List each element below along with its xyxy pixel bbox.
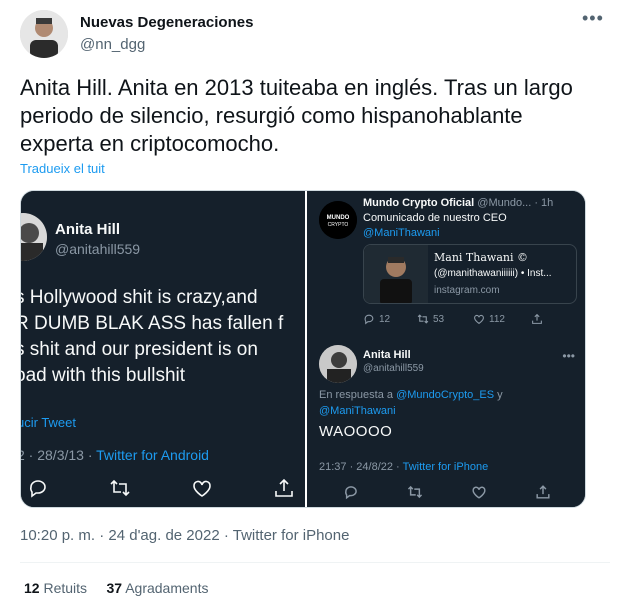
tweet-header: Nuevas Degeneraciones @nn_dgg ••• bbox=[20, 9, 610, 60]
mundo-reply: 12 bbox=[363, 311, 390, 327]
like-icon bbox=[193, 480, 211, 497]
reply-text: WAOOOO bbox=[319, 423, 393, 440]
anita-hill-reply-avatar bbox=[319, 345, 357, 383]
svg-text:CRYPTO: CRYPTO bbox=[328, 222, 349, 228]
reply-to-mundo: @MundoCrypto_ES bbox=[396, 389, 495, 401]
left-author-handle: @anitahill559 bbox=[55, 241, 141, 257]
instagram-link-card: Mani Thawani © (@manithawaniiiiii) • Ins… bbox=[363, 244, 577, 304]
instagram-card-title: Mani Thawani © bbox=[434, 251, 528, 264]
share-icon bbox=[536, 485, 550, 499]
left-meta-date: 2 · 28/3/13 · bbox=[21, 447, 97, 463]
left-tweet-text: s Hollywood shit is crazy,and R DUMB BLA… bbox=[21, 287, 284, 386]
left-meta-source: Twitter for Android bbox=[96, 447, 209, 463]
left-action-bar bbox=[27, 477, 305, 499]
like-icon bbox=[472, 486, 486, 499]
mundo-reply-count: 12 bbox=[379, 313, 391, 325]
reply-and: y bbox=[494, 389, 503, 401]
reply-meta-source: Twitter for iPhone bbox=[402, 461, 489, 473]
mundo-crypto-name: Mundo Crypto Oficial @Mundo... · 1h bbox=[363, 197, 553, 209]
reply-author-name: Anita Hill bbox=[363, 349, 411, 361]
author-name[interactable]: Nuevas Degeneraciones bbox=[80, 14, 253, 31]
retweets-label: Retuits bbox=[43, 580, 88, 596]
reply-meta: 21:37 · 24/8/22 · Twitter for iPhone bbox=[319, 461, 488, 473]
mundo-like-count: 112 bbox=[489, 313, 505, 325]
retweet-icon bbox=[407, 485, 423, 499]
retweets-stat[interactable]: 12 Retuits bbox=[24, 580, 87, 596]
mundo-crypto-text: Comunicado de nuestro CEO bbox=[363, 212, 507, 224]
mundo-crypto-mention: @ManiThawani bbox=[363, 227, 440, 239]
svg-text:MUNDO: MUNDO bbox=[327, 215, 350, 221]
left-tweet-meta: 2 · 28/3/13 · Twitter for Android bbox=[21, 447, 209, 463]
left-author-name: Anita Hill bbox=[55, 221, 121, 238]
like-icon bbox=[474, 314, 484, 325]
retweet-icon bbox=[110, 479, 130, 497]
anita-hill-avatar bbox=[21, 213, 47, 261]
mundo-retweet-count: 53 bbox=[433, 313, 445, 325]
share-icon bbox=[275, 478, 293, 497]
mundo-crypto-handle: @Mundo... · 1h bbox=[474, 197, 554, 209]
share-icon bbox=[532, 313, 542, 324]
likes-count: 37 bbox=[106, 580, 123, 596]
tweet-stats: 12 Retuits 37 Agradaments bbox=[24, 580, 208, 596]
tweet-timestamp[interactable]: 10:20 p. m. · 24 d'ag. de 2022 · Twitter… bbox=[20, 527, 349, 544]
reply-more-icon: ••• bbox=[562, 349, 575, 363]
mundo-crypto-avatar: MUNDO CRYPTO bbox=[319, 201, 357, 239]
likes-label: Agradaments bbox=[125, 580, 209, 596]
tweet-media[interactable]: Anita Hill @anitahill559 s Hollywood shi… bbox=[20, 190, 586, 508]
reply-action-bar bbox=[343, 484, 563, 500]
reply-icon bbox=[30, 480, 46, 498]
left-translate-link: ucir Tweet bbox=[21, 415, 77, 430]
reply-author-handle: @anitahill559 bbox=[363, 363, 424, 374]
right-screenshot: MUNDO CRYPTO Mundo Crypto Oficial @Mundo… bbox=[307, 191, 585, 507]
mundo-crypto-display-name: Mundo Crypto Oficial bbox=[363, 197, 475, 209]
reply-icon bbox=[364, 314, 374, 325]
retweet-icon bbox=[417, 314, 429, 324]
retweets-count: 12 bbox=[24, 580, 40, 596]
likes-stat[interactable]: 37 Agradaments bbox=[107, 580, 209, 596]
instagram-card-domain: instagram.com bbox=[434, 285, 500, 296]
reply-context: En respuesta a @MundoCrypto_ES y @ManiTh… bbox=[319, 387, 579, 419]
translate-tweet-link[interactable]: Tradueix el tuit bbox=[20, 161, 105, 176]
author-avatar[interactable] bbox=[20, 10, 68, 58]
mundo-crypto-action-bar: 12 53 112 bbox=[363, 311, 583, 327]
instagram-card-image bbox=[364, 245, 428, 303]
divider bbox=[20, 562, 610, 563]
mundo-like: 112 bbox=[473, 311, 505, 327]
instagram-card-subtitle: (@manithawaniiiiii) • Inst... bbox=[434, 268, 552, 279]
tweet-text: Anita Hill. Anita en 2013 tuiteaba en in… bbox=[20, 75, 573, 156]
more-options-icon[interactable]: ••• bbox=[582, 9, 603, 32]
mundo-share bbox=[531, 311, 543, 327]
left-screenshot: Anita Hill @anitahill559 s Hollywood shi… bbox=[21, 191, 305, 507]
mundo-retweet: 53 bbox=[417, 311, 444, 327]
reply-prefix: En respuesta a bbox=[319, 389, 397, 401]
reply-to-mani: @ManiThawani bbox=[319, 405, 396, 417]
reply-icon bbox=[345, 486, 357, 500]
reply-meta-date: 21:37 · 24/8/22 · bbox=[319, 461, 403, 473]
author-handle[interactable]: @nn_dgg bbox=[80, 36, 145, 53]
